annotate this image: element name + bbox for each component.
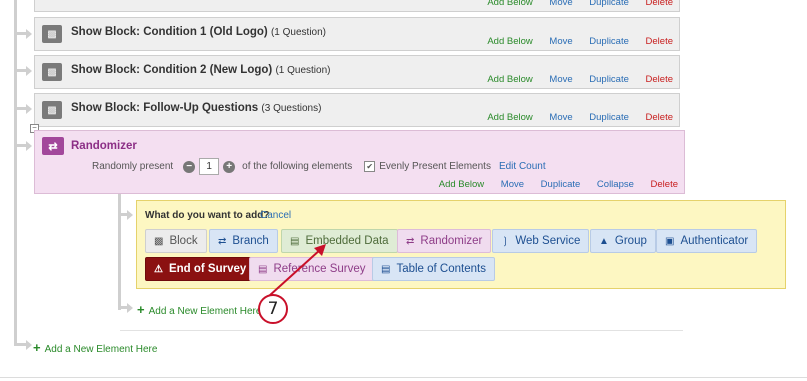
block-cube-icon: ▩ [42,63,62,81]
duplicate-link[interactable]: Duplicate [589,74,629,85]
block-actions: Add Below Move Duplicate Delete [473,0,673,8]
wifi-icon: ❳ [501,235,510,247]
randomizer-title: Randomizer [71,140,137,152]
flow-arrow [26,340,32,350]
randomizer-settings: Randomly present − 1 + of the following … [92,158,546,175]
block-actions: Add Below Move Duplicate Delete [473,74,673,85]
increment-icon[interactable]: + [223,160,236,173]
flow-arrow [127,303,133,313]
add-new-element-link-outer[interactable]: + Add a New Element Here [33,340,157,355]
block-title: Show Block: Condition 1 (Old Logo) (1 Qu… [71,26,326,38]
list-icon: ▤ [381,263,391,275]
flow-line-main [14,0,17,346]
block-cube-icon: ▩ [42,101,62,119]
shuffle-icon: ⇄ [42,137,64,155]
add-below-link[interactable]: Add Below [439,179,484,190]
move-link[interactable]: Move [549,112,572,123]
flow-arrow [26,66,32,76]
present-prefix-label: Randomly present [92,161,174,172]
randomizer-element[interactable]: ⇄ Randomizer Randomly present − 1 + of t… [34,130,685,194]
duplicate-link[interactable]: Duplicate [589,112,629,123]
edit-count-link[interactable]: Edit Count [499,161,546,172]
add-block-button[interactable]: ▩ Block [145,229,207,253]
block-condition-2[interactable]: ▩ Show Block: Condition 2 (New Logo) (1 … [34,55,680,89]
delete-link[interactable]: Delete [646,74,673,85]
add-new-element-link-inner[interactable]: + Add a New Element Here [137,302,261,317]
add-group-button[interactable]: ▲ Group [590,229,656,253]
block-actions: Add Below Move Duplicate Delete [473,36,673,47]
delete-link[interactable]: Delete [646,0,673,8]
add-below-link[interactable]: Add Below [487,74,532,85]
block-condition-1[interactable]: ▩ Show Block: Condition 1 (Old Logo) (1 … [34,17,680,51]
block-partial[interactable]: Add Below Move Duplicate Delete [34,0,680,12]
callout-number-badge: 7 [258,294,288,324]
plus-icon: + [137,302,145,317]
delete-link[interactable]: Delete [646,36,673,47]
add-table-of-contents-button[interactable]: ▤ Table of Contents [372,257,495,281]
flow-arrow [26,29,32,39]
branch-icon: ⇄ [218,235,227,247]
present-suffix-label: of the following elements [242,161,353,172]
reference-icon: ▤ [258,263,268,275]
evenly-present-checkbox[interactable]: ✔ [364,161,376,172]
add-below-link[interactable]: Add Below [487,112,532,123]
add-embedded-data-button[interactable]: ▤ Embedded Data [281,229,398,253]
divider [120,330,683,331]
add-below-link[interactable]: Add Below [487,36,532,47]
duplicate-link[interactable]: Duplicate [589,36,629,47]
add-below-link[interactable]: Add Below [487,0,532,8]
add-authenticator-button[interactable]: ▣ Authenticator [656,229,758,253]
duplicate-link[interactable]: Duplicate [589,0,629,8]
folder-icon: ▲ [599,235,609,247]
embedded-data-icon: ▤ [290,235,300,247]
add-question-label: What do you want to add? [145,210,270,221]
add-reference-survey-button[interactable]: ▤ Reference Survey [249,257,375,281]
warning-icon: ⚠ [154,263,163,275]
delete-link[interactable]: Delete [651,179,678,190]
decrement-icon[interactable]: − [183,160,196,173]
cancel-link[interactable]: Cancel [260,210,291,221]
randomizer-actions: Add Below Move Duplicate Collapse Delete [425,179,678,190]
delete-link[interactable]: Delete [646,112,673,123]
block-title: Show Block: Condition 2 (New Logo) (1 Qu… [71,64,331,76]
collapse-link[interactable]: Collapse [597,179,634,190]
block-actions: Add Below Move Duplicate Delete [473,112,673,123]
move-link[interactable]: Move [501,179,524,190]
move-link[interactable]: Move [549,0,572,8]
bottom-divider [0,377,807,378]
move-link[interactable]: Move [549,74,572,85]
add-end-of-survey-button[interactable]: ⚠ End of Survey [145,257,256,281]
block-cube-icon: ▩ [42,25,62,43]
add-element-panel: What do you want to add? Cancel ▩ Block … [136,200,786,289]
add-randomizer-button[interactable]: ⇄ Randomizer [397,229,492,253]
block-title: Show Block: Follow-Up Questions (3 Quest… [71,102,322,114]
duplicate-link[interactable]: Duplicate [541,179,581,190]
shuffle-icon: ⇄ [406,235,415,247]
flow-arrow [127,210,133,220]
move-link[interactable]: Move [549,36,572,47]
flow-line-randomizer [118,194,121,310]
add-branch-button[interactable]: ⇄ Branch [209,229,278,253]
evenly-present-label: Evenly Present Elements [379,161,491,172]
plus-icon: + [33,340,41,355]
present-count-input[interactable]: 1 [199,158,220,175]
lock-icon: ▣ [665,235,675,247]
cube-icon: ▩ [154,235,164,247]
flow-arrow [26,141,32,151]
add-web-service-button[interactable]: ❳ Web Service [492,229,590,253]
flow-arrow [26,104,32,114]
block-follow-up[interactable]: ▩ Show Block: Follow-Up Questions (3 Que… [34,93,680,127]
